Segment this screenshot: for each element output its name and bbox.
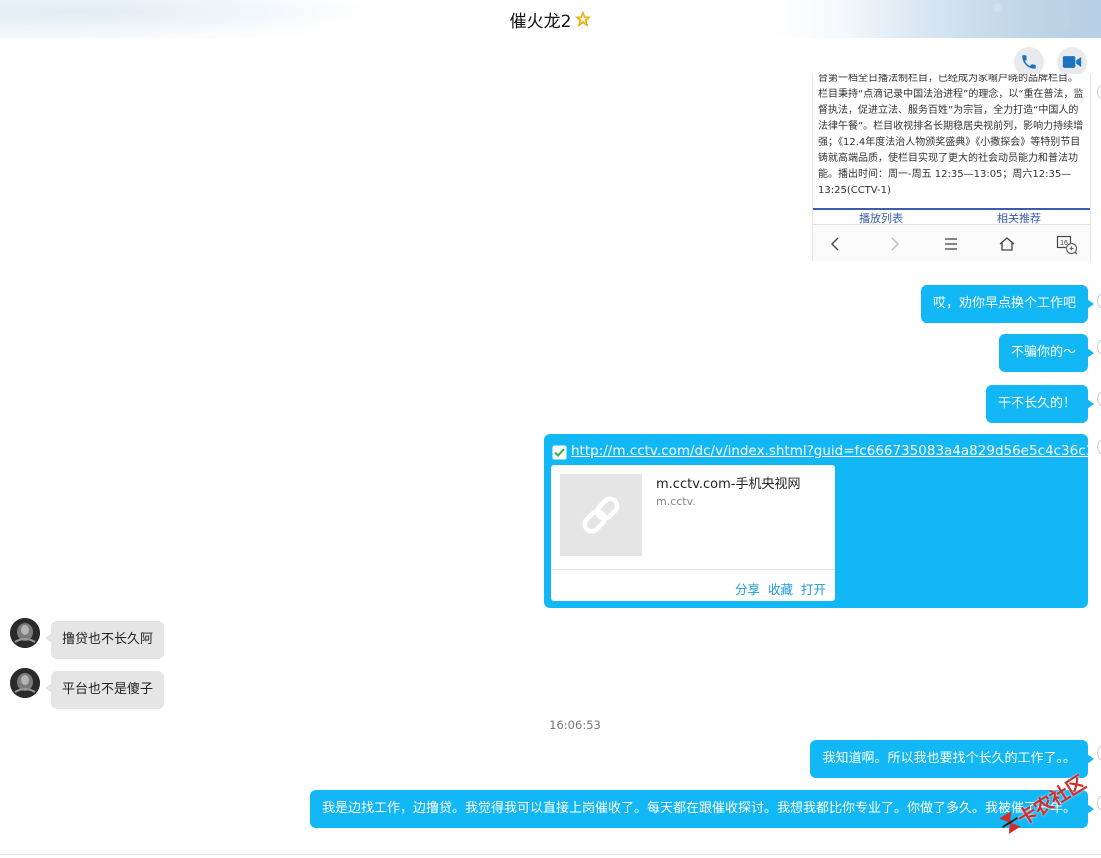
message-status-indicator (1097, 338, 1101, 356)
voice-call-button[interactable] (1014, 47, 1044, 77)
link-icon (582, 496, 620, 534)
favorite-button[interactable]: 收藏 (768, 579, 793, 598)
avatar[interactable] (10, 668, 40, 698)
chat-header: 催火龙2 (0, 0, 1101, 38)
video-call-icon (1062, 56, 1082, 68)
share-button[interactable]: 分享 (735, 579, 760, 598)
link-thumbnail (560, 474, 642, 556)
link-card-title: m.cctv.com-手机央视网 (656, 477, 801, 492)
image-message[interactable]: 台第一档全日播法制栏目，已经成为家喻户晓的品牌栏目。栏目秉持“点滴记录中国法治进… (812, 74, 1091, 261)
message-timestamp: 16:06:53 (549, 718, 601, 732)
link-card-actions: 分享 收藏 打开 (551, 569, 835, 601)
bottom-divider (0, 854, 1101, 855)
sent-message[interactable]: 不骗你的～ (998, 334, 1095, 372)
chat-title[interactable]: 催火龙2 (510, 7, 572, 32)
verified-check-icon (552, 445, 567, 460)
image-browser-nav: 16 (813, 224, 1090, 261)
sent-message[interactable]: 干不长久的！ (985, 385, 1095, 423)
menu-icon (945, 238, 957, 250)
chat-title-wrap: 催火龙2 (0, 0, 1101, 38)
open-button[interactable]: 打开 (801, 579, 826, 598)
image-tab-strip: 播放列表 相关推荐 (813, 210, 1090, 224)
link-preview-card[interactable]: m.cctv.com-手机央视网 m.cctv. 分享 收藏 打开 (551, 465, 835, 601)
link-message[interactable]: http://m.cctv.com/dc/v/index.shtml?guid=… (544, 434, 1101, 608)
forward-arrow-icon (891, 237, 899, 251)
avatar-image (10, 668, 40, 698)
message-status-indicator (1097, 292, 1101, 310)
message-status-indicator (1097, 744, 1101, 762)
avatar-image (10, 618, 40, 648)
message-status-indicator (1097, 83, 1101, 101)
link-card-domain: m.cctv. (656, 495, 696, 508)
image-tab-right: 相关推荐 (997, 212, 1041, 224)
back-arrow-icon (831, 237, 839, 251)
link-url[interactable]: http://m.cctv.com/dc/v/index.shtml?guid=… (571, 443, 1101, 459)
received-message[interactable]: 撸贷也不长久阿 (44, 621, 165, 659)
image-tab-left: 播放列表 (859, 212, 903, 224)
avatar[interactable] (10, 618, 40, 648)
star-badge-icon[interactable] (575, 10, 592, 27)
message-status-indicator (1097, 390, 1101, 408)
image-message-text: 台第一档全日播法制栏目，已经成为家喻户晓的品牌栏目。栏目秉持“点滴记录中国法治进… (818, 74, 1084, 196)
home-icon (999, 237, 1015, 251)
tabs-count-icon: 16 (1056, 235, 1078, 255)
received-message[interactable]: 平台也不是傻子 (44, 671, 165, 709)
phone-icon (1022, 55, 1036, 69)
sent-message[interactable]: 哎，劝你早点换个工作吧 (920, 285, 1095, 323)
sent-message[interactable]: 我是边找工作，边撸贷。我觉得我可以直接上岗催收了。每天都在跟催收探讨。我想我都比… (309, 790, 1095, 828)
video-call-button[interactable] (1057, 47, 1087, 77)
